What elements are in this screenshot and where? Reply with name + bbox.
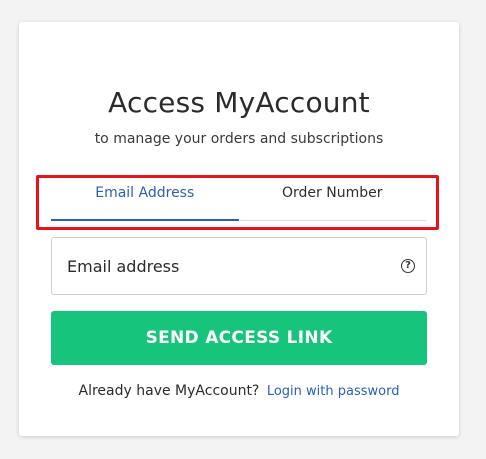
email-field-container: ? <box>51 237 427 295</box>
send-access-link-button[interactable]: SEND ACCESS LINK <box>51 311 427 365</box>
tabs-highlight-box <box>36 175 439 230</box>
email-input[interactable] <box>52 238 412 294</box>
page-title: Access MyAccount <box>108 86 370 119</box>
login-with-password-link[interactable]: Login with password <box>267 384 400 399</box>
login-footer: Already have MyAccount? Login with passw… <box>19 383 459 399</box>
page-subtitle: to manage your orders and subscriptions <box>94 131 384 147</box>
footer-prompt: Already have MyAccount? <box>78 383 260 399</box>
help-circle-icon[interactable]: ? <box>401 259 415 273</box>
login-card: Access MyAccount to manage your orders a… <box>19 22 459 436</box>
